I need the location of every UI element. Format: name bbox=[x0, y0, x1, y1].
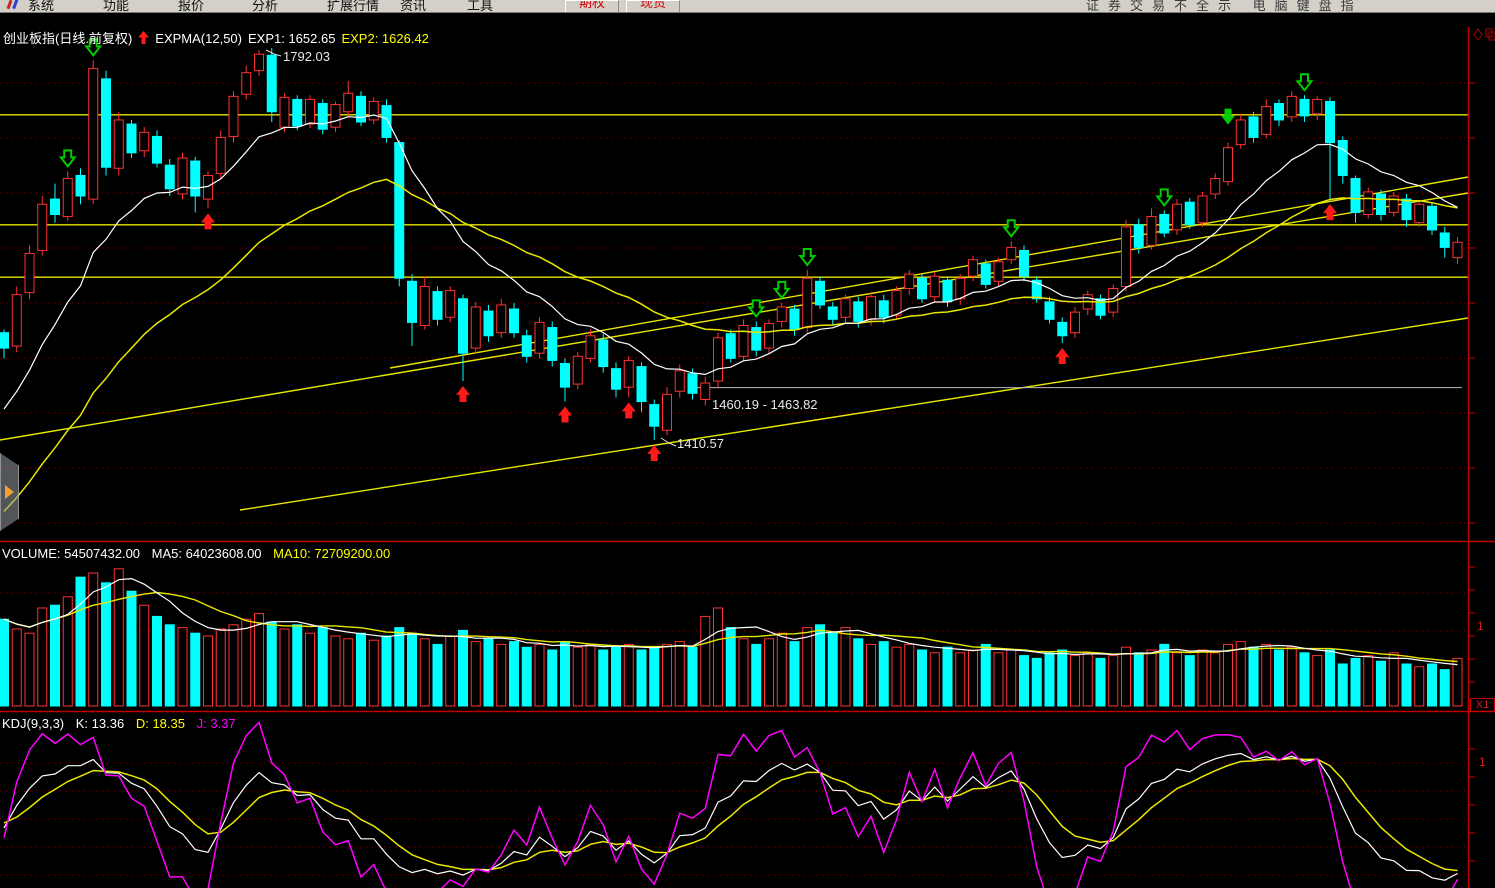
menu-item-extended-quote[interactable]: 扩展行情 bbox=[327, 0, 379, 13]
volume-axis-label: 1 bbox=[1477, 619, 1484, 633]
buy-signal-icon bbox=[138, 31, 149, 47]
options-button-label: 期权 bbox=[579, 0, 605, 10]
spot-button[interactable]: 现货 bbox=[626, 0, 680, 13]
menu-item-quote[interactable]: 报价 bbox=[178, 0, 204, 13]
chart-title: 创业板指(日线.前复权) bbox=[3, 31, 132, 46]
menu-item-system[interactable]: 系统 bbox=[28, 0, 54, 13]
kdj-axis-label: 1 bbox=[1479, 755, 1486, 769]
volume-ma5-value: MA5: 64023608.00 bbox=[152, 546, 262, 561]
menu-bar: 系统 功能 报价 分析 扩展行情 资讯 工具 期权 现货 证券交易不全示 电脑键… bbox=[0, 0, 1495, 13]
kdj-j-value: J: 3.37 bbox=[197, 716, 236, 731]
volume-ma10-value: MA10: 72709200.00 bbox=[273, 546, 390, 561]
main-chart-header: 创业板指(日线.前复权) EXPMA(12,50) EXP1: 1652.65 EXP… bbox=[3, 28, 435, 47]
high-price-label: 1792.03 bbox=[283, 49, 330, 64]
expand-arrow-icon bbox=[5, 485, 14, 499]
gap-price-label: 1460.19 - 1463.82 bbox=[712, 397, 818, 412]
exp2-value: EXP2: 1626.42 bbox=[341, 31, 428, 46]
kdj-indicator-label[interactable]: KDJ(9,3,3) bbox=[2, 716, 64, 731]
menu-item-news[interactable]: 资讯 bbox=[400, 0, 426, 13]
kdj-k-value: K: 13.36 bbox=[76, 716, 124, 731]
kdj-header: KDJ(9,3,3) K: 13.36 D: 18.35 J: 3.37 bbox=[2, 716, 244, 731]
diamond-icon[interactable] bbox=[1474, 29, 1482, 40]
menu-item-function[interactable]: 功能 bbox=[103, 0, 129, 13]
app-icon[interactable] bbox=[8, 0, 22, 10]
side-panel-handle[interactable] bbox=[0, 453, 19, 531]
options-button[interactable]: 期权 bbox=[565, 0, 619, 13]
kdj-d-value: D: 18.35 bbox=[136, 716, 185, 731]
scale-badge: X1 bbox=[1470, 698, 1495, 712]
spot-button-label: 现货 bbox=[640, 0, 666, 10]
exp1-value: EXP1: 1652.65 bbox=[248, 31, 335, 46]
volume-value: VOLUME: 54507432.00 bbox=[2, 546, 140, 561]
menu-right-text: 证券交易不全示 电脑键盘指 bbox=[1086, 0, 1363, 13]
chart-canvas[interactable] bbox=[0, 0, 1495, 888]
volume-header: VOLUME: 54507432.00 MA5: 64023608.00 MA1… bbox=[2, 546, 398, 561]
indicator-label[interactable]: EXPMA(12,50) bbox=[155, 31, 242, 46]
menu-item-tools[interactable]: 工具 bbox=[467, 0, 493, 13]
menu-item-analysis[interactable]: 分析 bbox=[252, 0, 278, 13]
low-price-label: 1410.57 bbox=[677, 436, 724, 451]
